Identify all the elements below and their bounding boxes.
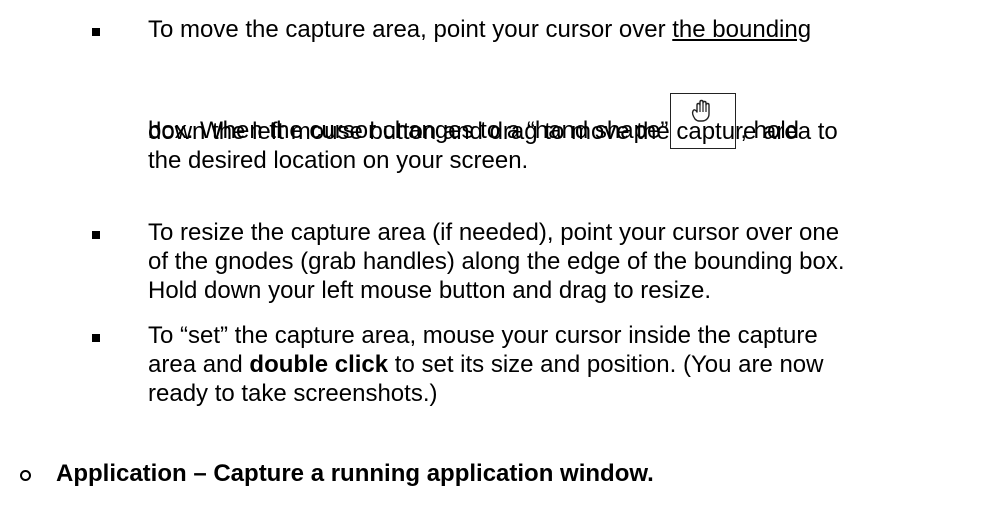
sub-item-heading: Application – Capture a running applicat…	[56, 460, 654, 487]
document-page: To move the capture area, point your cur…	[0, 0, 1005, 510]
square-bullet-icon	[92, 231, 100, 239]
square-bullet-icon	[92, 28, 100, 36]
bold-text: double click	[249, 351, 389, 378]
text-line: area and double click to set its size an…	[148, 351, 824, 378]
text-line: down the left mouse button and drag to m…	[148, 118, 838, 145]
text-line: To resize the capture area (if needed), …	[148, 219, 840, 246]
text-line: To move the capture area, point your cur…	[148, 16, 812, 43]
text-line: To “set” the capture area, mouse your cu…	[148, 322, 818, 349]
text-line: ready to take screenshots.)	[148, 380, 438, 407]
square-bullet-icon	[92, 334, 100, 342]
text-line: Hold down your left mouse button and dra…	[148, 277, 711, 304]
circle-bullet-icon	[20, 470, 31, 481]
text-line: the desired location on your screen.	[148, 147, 529, 174]
underlined-text: the bounding	[672, 16, 812, 43]
text-line: of the gnodes (grab handles) along the e…	[148, 248, 845, 275]
